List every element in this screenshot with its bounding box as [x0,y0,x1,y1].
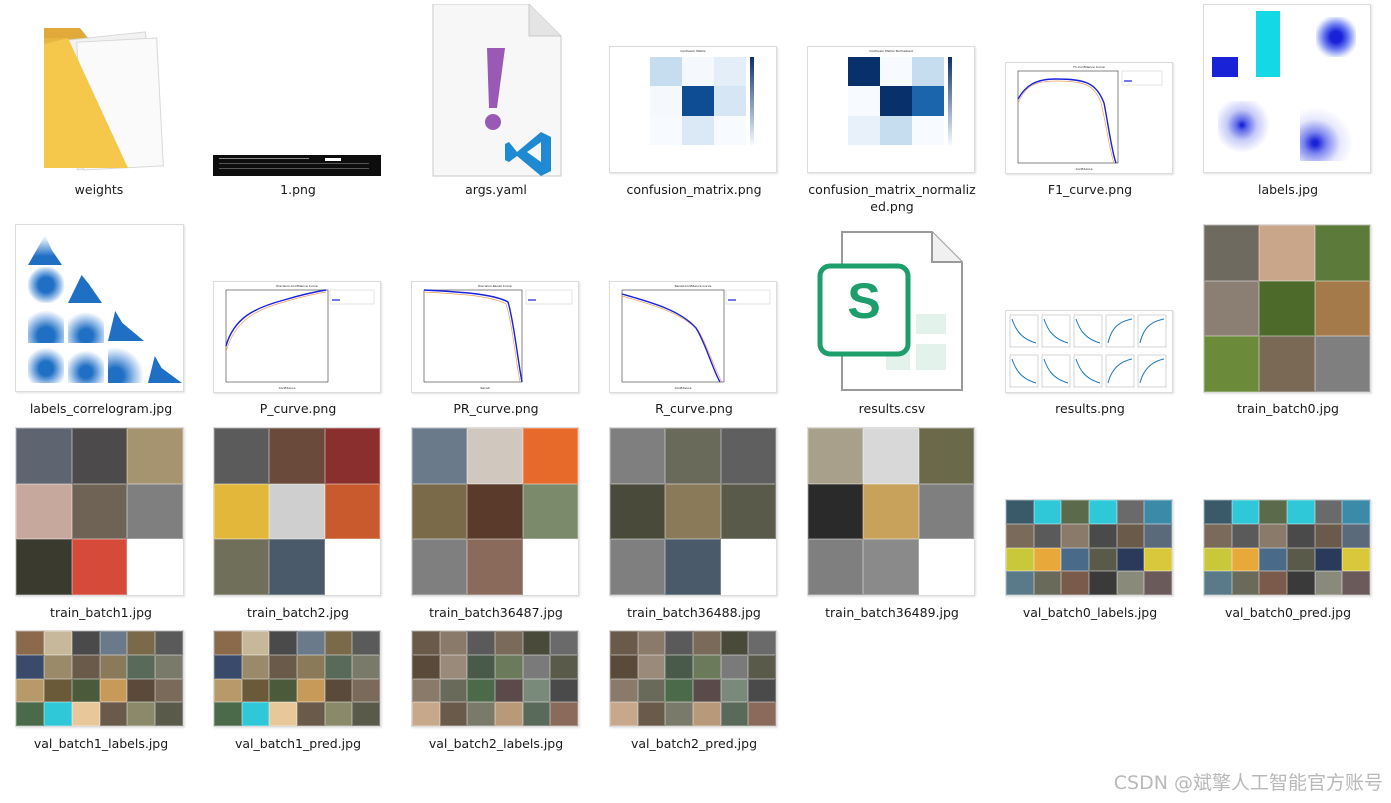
file-1-png[interactable]: 1.png [212,4,384,214]
results-png-thumb [1005,310,1173,393]
file-label: val_batch0_labels.jpg [1022,605,1158,620]
file-label: R_curve.png [655,401,733,416]
file-label: train_batch1.jpg [50,605,152,620]
file-label: P_curve.png [259,401,337,416]
thumb-title: Confusion Matrix Normalized [869,49,913,53]
file-labels[interactable]: labels.jpg [1202,4,1374,214]
file-label: PR_curve.png [453,401,539,416]
file-pr-curve[interactable]: Precision-Recall Curve Recall PR_curve.p… [410,224,582,424]
p-curve-thumb: Precision-Confidence Curve Confidence [213,281,381,393]
file-f1-curve[interactable]: F1-Confidence Curve Confidence F1_curve.… [1004,4,1176,214]
sheet-letter: S [847,273,881,329]
val-batch0-labels-thumb [1005,499,1173,596]
file-label: labels.jpg [1257,182,1319,197]
file-label: args.yaml [465,182,527,197]
file-confusion-matrix[interactable]: Confusion Matrix confusion_matrix.png [608,4,780,214]
r-curve-thumb: Recall-Confidence Curve Confidence [609,281,777,393]
val-batch2-labels-thumb [411,630,579,727]
file-train-batch2[interactable]: train_batch2.jpg [212,427,384,627]
train-batch1-thumb [15,427,184,596]
train-batch0-thumb [1203,224,1371,393]
file-val-batch2-pred[interactable]: val_batch2_pred.jpg [608,630,780,760]
x-axis-label: Confidence [674,386,692,390]
file-r-curve[interactable]: Recall-Confidence Curve Confidence R_cur… [608,224,780,424]
file-label: val_batch1_pred.jpg [234,736,361,751]
file-label: val_batch1_labels.jpg [33,736,169,751]
file-val-batch0-labels[interactable]: val_batch0_labels.jpg [1004,427,1176,627]
labels-correlogram-thumb [15,224,184,392]
terminal-screenshot-thumb [213,155,381,176]
confusion-matrix-thumb: Confusion Matrix [609,46,777,173]
file-label: val_batch2_pred.jpg [630,736,757,751]
train-batch36487-thumb [411,427,579,596]
file-train-batch36488[interactable]: train_batch36488.jpg [608,427,780,627]
file-results-csv[interactable]: S results.csv [806,224,978,424]
folder-icon [40,18,172,178]
val-batch2-pred-thumb [609,630,777,727]
file-train-batch36487[interactable]: train_batch36487.jpg [410,427,582,627]
file-results-png[interactable]: results.png [1004,224,1176,424]
file-label: 1.png [280,182,316,197]
file-label: labels_correlogram.jpg [29,401,173,416]
confusion-matrix-normalized-thumb: Confusion Matrix Normalized [807,46,975,173]
file-labels-correlogram[interactable]: labels_correlogram.jpg [15,224,187,424]
file-label: val_batch0_pred.jpg [1224,605,1351,620]
file-label: train_batch2.jpg [247,605,349,620]
file-val-batch1-labels[interactable]: val_batch1_labels.jpg [15,630,187,760]
file-val-batch2-labels[interactable]: val_batch2_labels.jpg [410,630,582,760]
file-label: train_batch36489.jpg [825,605,959,620]
thumb-title: Confusion Matrix [680,49,706,53]
file-val-batch1-pred[interactable]: val_batch1_pred.jpg [212,630,384,760]
file-label: train_batch36487.jpg [429,605,563,620]
file-val-batch0-pred[interactable]: val_batch0_pred.jpg [1202,427,1374,627]
file-weights[interactable]: weights [15,4,183,214]
file-train-batch0[interactable]: train_batch0.jpg [1202,224,1374,424]
train-batch36489-thumb [807,427,975,596]
x-axis-label: Confidence [278,386,296,390]
labels-thumb [1203,4,1371,173]
file-label: confusion_matrix_normalized.png [808,182,976,214]
x-axis-label: Recall [480,386,490,390]
file-label: results.csv [858,401,926,416]
file-confusion-matrix-normalized[interactable]: Confusion Matrix Normalized confusion_ma… [806,4,978,214]
file-label: F1_curve.png [1047,182,1133,197]
pr-curve-thumb: Precision-Recall Curve Recall [411,281,579,393]
file-label: val_batch2_labels.jpg [428,736,564,751]
file-label: train_batch0.jpg [1237,401,1339,416]
spreadsheet-file-icon: S [816,228,966,394]
watermark: CSDN @斌擎人工智能官方账号 [1113,772,1383,794]
file-label: weights [74,182,124,197]
val-batch1-labels-thumb [15,630,184,727]
file-label: confusion_matrix.png [626,182,762,197]
file-label: train_batch36488.jpg [627,605,761,620]
val-batch1-pred-thumb [213,630,381,727]
x-axis-label: Confidence [1075,167,1093,171]
val-batch0-pred-thumb [1203,499,1371,596]
train-batch2-thumb [213,427,381,596]
file-p-curve[interactable]: Precision-Confidence Curve Confidence P_… [212,224,384,424]
train-batch36488-thumb [609,427,777,596]
f1-curve-thumb: F1-Confidence Curve Confidence [1005,62,1173,174]
vscode-file-icon [431,4,563,178]
file-train-batch1[interactable]: train_batch1.jpg [15,427,187,627]
file-train-batch36489[interactable]: train_batch36489.jpg [806,427,978,627]
file-args-yaml[interactable]: args.yaml [410,4,582,214]
file-label: results.png [1055,401,1125,416]
